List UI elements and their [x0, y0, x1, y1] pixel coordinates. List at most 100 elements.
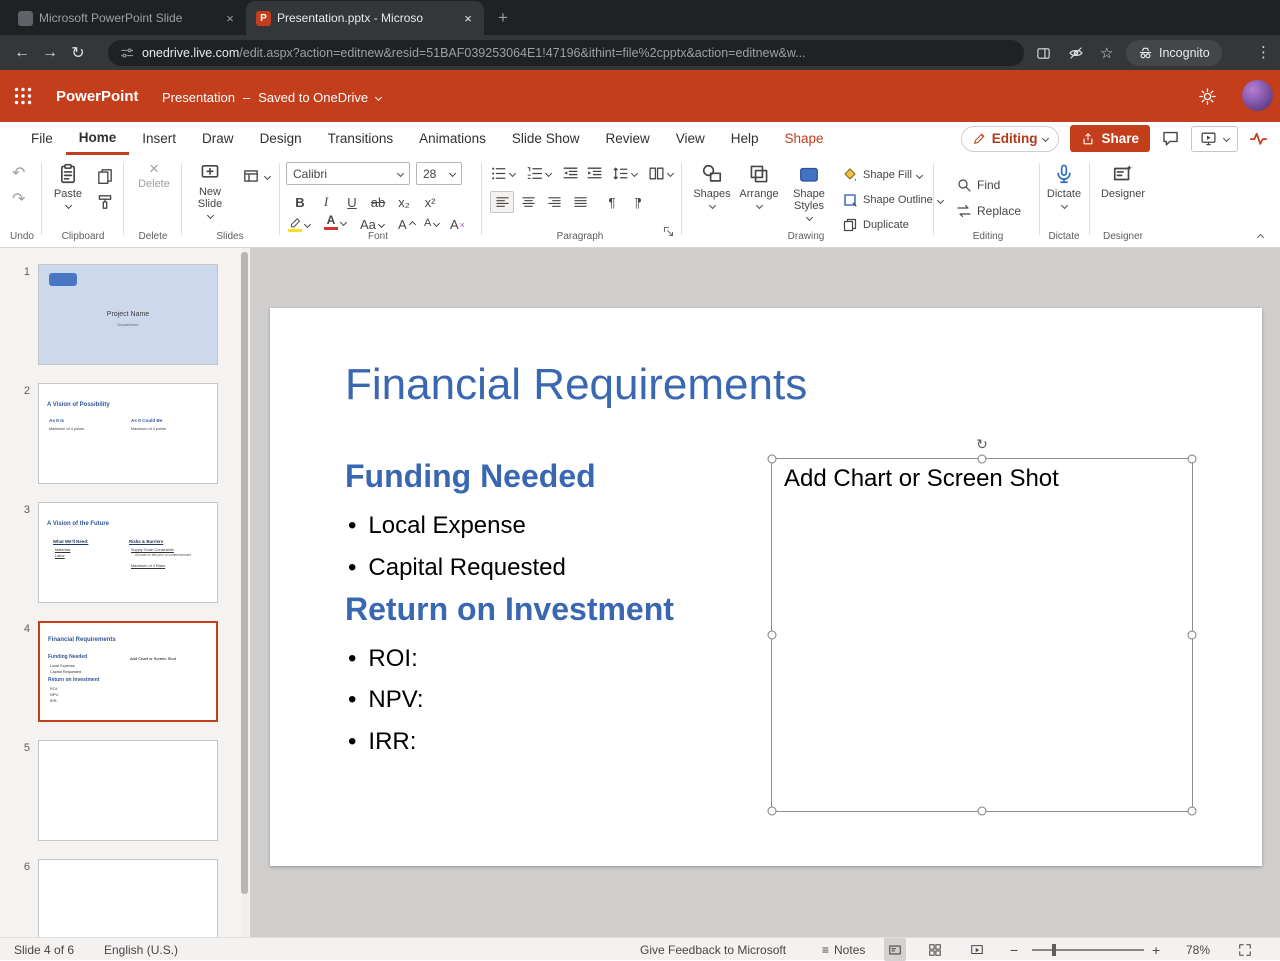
- slideshow-view-button[interactable]: [966, 938, 988, 961]
- placeholder-text[interactable]: Add Chart or Screen Shot: [784, 465, 1059, 493]
- zoom-out-button[interactable]: −: [1010, 938, 1018, 961]
- browser-tab-2[interactable]: P Presentation.pptx - Microso ×: [246, 1, 484, 35]
- numbering-button[interactable]: [526, 165, 553, 182]
- new-tab-button[interactable]: +: [490, 5, 516, 31]
- slide-bullet[interactable]: • NPV:: [348, 686, 424, 714]
- tab-help[interactable]: Help: [718, 122, 772, 155]
- slide-bullet[interactable]: • Local Expense: [348, 512, 526, 540]
- rotate-handle[interactable]: ↻: [976, 437, 988, 451]
- bold-button[interactable]: B: [288, 191, 312, 213]
- url-bar[interactable]: onedrive.live.com/edit.aspx?action=editn…: [108, 40, 1024, 66]
- superscript-button[interactable]: x²: [418, 191, 442, 213]
- slide-counter[interactable]: Slide 4 of 6: [14, 938, 74, 961]
- shapes-button[interactable]: Shapes: [690, 163, 734, 210]
- line-spacing-button[interactable]: [612, 165, 639, 182]
- slide-bullet[interactable]: • ROI:: [348, 645, 418, 673]
- slide-panel-scrollbar[interactable]: [241, 248, 249, 937]
- font-size-select[interactable]: 28: [416, 162, 462, 185]
- subscript-button[interactable]: x₂: [392, 191, 416, 213]
- columns-button[interactable]: [648, 165, 675, 182]
- selection-handle[interactable]: [767, 806, 777, 816]
- zoom-level[interactable]: 78%: [1186, 938, 1210, 961]
- font-color-button[interactable]: A: [324, 214, 348, 230]
- selection-handle[interactable]: [767, 454, 777, 464]
- language-status[interactable]: English (U.S.): [104, 938, 178, 961]
- selection-handle[interactable]: [977, 454, 987, 464]
- tab-view[interactable]: View: [663, 122, 718, 155]
- slide-thumbnail-6[interactable]: [38, 859, 218, 937]
- side-panel-icon[interactable]: [1036, 46, 1051, 61]
- decrease-indent-icon[interactable]: [562, 165, 579, 182]
- normal-view-button[interactable]: [884, 938, 906, 961]
- shape-fill-button[interactable]: Shape Fill: [842, 167, 923, 183]
- tab-review[interactable]: Review: [592, 122, 662, 155]
- fit-to-window-button[interactable]: [1238, 938, 1252, 961]
- app-name[interactable]: PowerPoint: [56, 88, 139, 105]
- bookmark-star-icon[interactable]: ☆: [1100, 44, 1113, 62]
- text-direction-rtl-button[interactable]: ¶: [626, 191, 650, 213]
- back-icon[interactable]: ←: [8, 44, 36, 62]
- slide-thumbnail-1[interactable]: Project Name Department: [38, 264, 218, 365]
- activity-icon[interactable]: [1249, 129, 1268, 148]
- text-direction-ltr-button[interactable]: ¶: [600, 191, 624, 213]
- delete-button[interactable]: × Delete: [132, 160, 176, 190]
- slide-title[interactable]: Financial Requirements: [345, 360, 807, 410]
- tab-draw[interactable]: Draw: [189, 122, 247, 155]
- tab-insert[interactable]: Insert: [129, 122, 189, 155]
- selection-handle[interactable]: [1187, 806, 1197, 816]
- slide-thumbnail-2[interactable]: A Vision of Possibility As It Is Maximum…: [38, 383, 218, 484]
- tab-file[interactable]: File: [18, 122, 66, 155]
- slide-thumbnail-4-selected[interactable]: Financial Requirements Funding Needed Lo…: [38, 621, 218, 722]
- browser-tab-1[interactable]: Microsoft PowerPoint Slide ×: [8, 1, 246, 35]
- slide-thumbnail-3[interactable]: A Vision of the Future What We'll Need: …: [38, 502, 218, 603]
- paste-button[interactable]: Paste: [46, 163, 90, 210]
- copy-icon[interactable]: [96, 167, 114, 185]
- reload-icon[interactable]: ↻: [64, 43, 92, 63]
- slide-bullet[interactable]: • IRR:: [348, 728, 416, 756]
- selection-handle[interactable]: [1187, 630, 1197, 640]
- undo-button[interactable]: ↶: [12, 163, 25, 183]
- selection-handle[interactable]: [1187, 454, 1197, 464]
- slide-heading-roi[interactable]: Return on Investment: [345, 591, 674, 628]
- underline-button[interactable]: U: [340, 191, 364, 213]
- scrollbar-thumb[interactable]: [241, 252, 248, 894]
- doc-name[interactable]: Presentation: [162, 90, 235, 105]
- selection-handle[interactable]: [977, 806, 987, 816]
- increase-indent-icon[interactable]: [586, 165, 603, 182]
- slide-heading-funding[interactable]: Funding Needed: [345, 458, 596, 495]
- tab-close-icon[interactable]: ×: [222, 10, 238, 26]
- slide-bullet[interactable]: • Capital Requested: [348, 554, 566, 582]
- forward-icon[interactable]: →: [36, 44, 64, 62]
- format-painter-icon[interactable]: [96, 193, 114, 211]
- editing-mode-button[interactable]: Editing: [960, 125, 1060, 152]
- settings-gear-icon[interactable]: [1198, 87, 1217, 106]
- redo-button[interactable]: ↷: [12, 189, 25, 209]
- document-title[interactable]: Presentation – Saved to OneDrive: [162, 90, 383, 105]
- change-case-button[interactable]: Aa: [360, 217, 385, 232]
- align-center-button[interactable]: [516, 191, 540, 213]
- tab-shape[interactable]: Shape: [772, 122, 837, 155]
- align-left-button[interactable]: [490, 191, 514, 213]
- collapse-ribbon-icon[interactable]: [1256, 233, 1265, 242]
- find-button[interactable]: Find: [956, 177, 1000, 193]
- arrange-button[interactable]: Arrange: [737, 163, 781, 210]
- font-name-select[interactable]: Calibri: [286, 162, 410, 185]
- slide-sorter-view-button[interactable]: [924, 938, 946, 961]
- zoom-slider-thumb[interactable]: [1052, 944, 1056, 956]
- clear-formatting-button[interactable]: A ×: [450, 217, 465, 232]
- duplicate-button[interactable]: Duplicate: [842, 217, 909, 233]
- align-right-button[interactable]: [542, 191, 566, 213]
- paragraph-dialog-launcher-icon[interactable]: [662, 225, 675, 238]
- user-avatar[interactable]: [1242, 80, 1273, 111]
- justify-button[interactable]: [568, 191, 592, 213]
- present-button[interactable]: [1191, 125, 1238, 152]
- tab-animations[interactable]: Animations: [406, 122, 499, 155]
- eye-blocked-icon[interactable]: [1068, 45, 1084, 61]
- zoom-slider-track[interactable]: [1032, 949, 1144, 951]
- italic-button[interactable]: I: [314, 191, 338, 213]
- dictate-button[interactable]: Dictate: [1042, 163, 1086, 210]
- tab-design[interactable]: Design: [247, 122, 315, 155]
- designer-button[interactable]: Designer: [1096, 163, 1150, 200]
- replace-button[interactable]: Replace: [956, 203, 1021, 219]
- new-slide-button[interactable]: New Slide: [186, 161, 234, 220]
